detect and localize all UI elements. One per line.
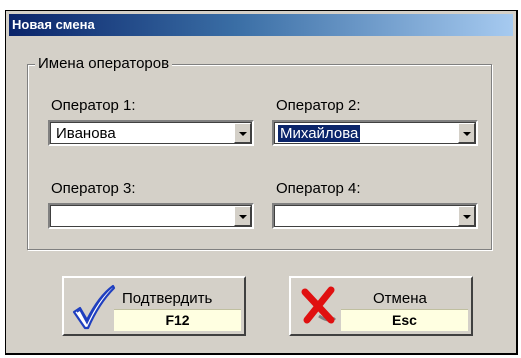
title-bar[interactable]: Новая смена xyxy=(9,14,513,36)
operator-4-dropdown-button[interactable] xyxy=(458,206,475,226)
operator-3-label: Оператор 3: xyxy=(51,180,136,197)
window-title: Новая смена xyxy=(12,17,95,32)
cancel-shortcut-strip: Esc xyxy=(341,309,468,331)
confirm-shortcut-key: F12 xyxy=(165,312,190,328)
operator-2-label: Оператор 2: xyxy=(276,97,361,114)
chevron-down-icon xyxy=(463,215,471,219)
cancel-button-label: Отмена xyxy=(373,290,427,307)
confirm-button-label: Подтвердить xyxy=(122,290,213,307)
operator-3-dropdown-button[interactable] xyxy=(234,206,251,226)
chevron-down-icon xyxy=(239,132,247,136)
operator-2-value: Михайлова xyxy=(276,124,362,143)
groupbox-legend: Имена операторов xyxy=(35,55,173,72)
cross-icon xyxy=(301,286,337,324)
operator-2-dropdown-button[interactable] xyxy=(458,123,475,143)
operator-1-value: Иванова xyxy=(56,125,116,142)
operator-4-label: Оператор 4: xyxy=(276,180,361,197)
operator-1-dropdown-button[interactable] xyxy=(234,123,251,143)
operator-4-combobox[interactable] xyxy=(272,203,478,229)
cancel-shortcut-key: Esc xyxy=(392,312,417,328)
chevron-down-icon xyxy=(239,215,247,219)
chevron-down-icon xyxy=(463,132,471,136)
operator-3-combobox[interactable] xyxy=(48,203,254,229)
operator-1-label: Оператор 1: xyxy=(51,97,136,114)
checkmark-icon xyxy=(72,284,116,330)
confirm-shortcut-strip: F12 xyxy=(114,309,241,331)
operator-2-combobox[interactable]: Михайлова xyxy=(272,120,478,146)
cancel-button[interactable]: Esc Отмена xyxy=(289,276,473,336)
confirm-button[interactable]: F12 Подтвердить xyxy=(62,276,246,336)
operator-1-combobox[interactable]: Иванова xyxy=(48,120,254,146)
